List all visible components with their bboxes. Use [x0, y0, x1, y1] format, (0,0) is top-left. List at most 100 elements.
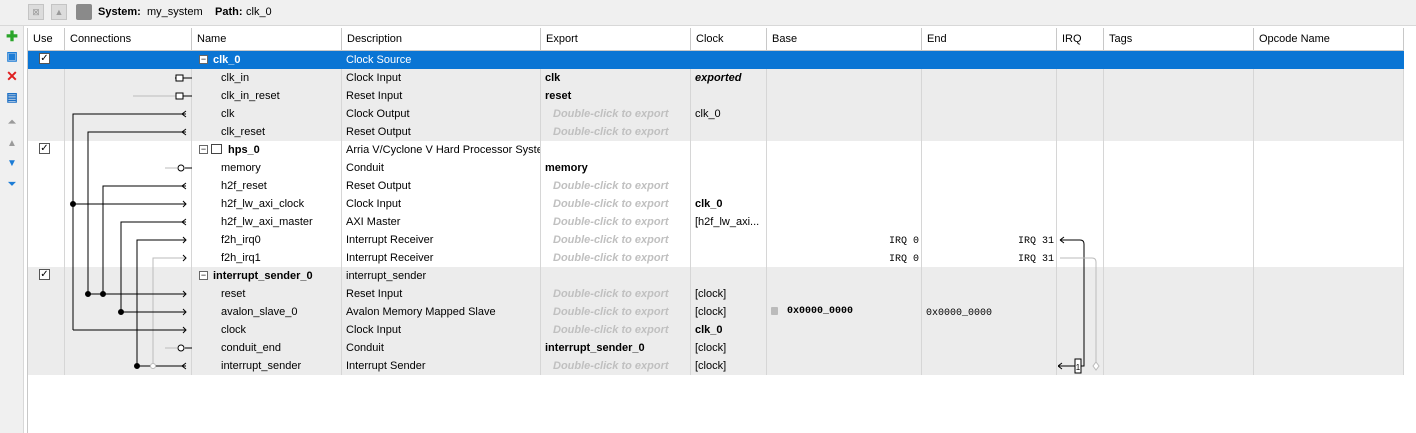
interface-row[interactable]: conduit_end Conduit interrupt_sender_0 [clo… — [28, 339, 1404, 357]
interface-name[interactable]: f2h_irq0 — [221, 231, 261, 249]
component-row[interactable]: ✓ − clk_0 Clock Source — [28, 51, 1404, 69]
cell-export[interactable]: Double-click to export — [541, 249, 691, 267]
interface-row[interactable]: f2h_irq1 Interrupt Receiver Double-click t… — [28, 249, 1404, 267]
collapse-icon[interactable]: − — [199, 145, 208, 154]
export-placeholder[interactable]: Double-click to export — [545, 360, 669, 372]
interface-name[interactable]: clk_in_reset — [221, 87, 280, 105]
interface-name[interactable]: clk_in — [221, 69, 249, 87]
interface-row[interactable]: h2f_lw_axi_master AXI Master Double-click … — [28, 213, 1404, 231]
col-export[interactable]: Export — [541, 28, 691, 50]
clock-value[interactable]: clk_0 — [695, 198, 723, 210]
clock-value[interactable]: exported — [695, 72, 741, 84]
interface-name[interactable]: h2f_lw_axi_clock — [221, 195, 304, 213]
col-irq[interactable]: IRQ — [1057, 28, 1104, 50]
cell-export[interactable]: Double-click to export — [541, 303, 691, 321]
cell-export[interactable] — [541, 141, 691, 159]
remove-icon[interactable]: ✕ — [4, 68, 20, 84]
cell-export[interactable]: interrupt_sender_0 — [541, 339, 691, 357]
export-placeholder[interactable]: Double-click to export — [545, 180, 669, 192]
col-name[interactable]: Name — [192, 28, 342, 50]
clock-value[interactable]: [clock] — [695, 306, 726, 318]
col-connections[interactable]: Connections — [65, 28, 192, 50]
base-value[interactable]: 0x0000_0000 — [787, 303, 853, 321]
export-placeholder[interactable]: Double-click to export — [545, 216, 669, 228]
clock-value[interactable]: [clock] — [695, 342, 726, 354]
interface-name[interactable]: h2f_reset — [221, 177, 267, 195]
cell-export[interactable]: Double-click to export — [541, 321, 691, 339]
add-icon[interactable]: ✚ — [4, 28, 20, 44]
interface-name[interactable]: clk_reset — [221, 123, 265, 141]
collapse-icon[interactable]: − — [199, 55, 208, 64]
interface-row[interactable]: clk Clock Output Double-click to export clk… — [28, 105, 1404, 123]
base-value[interactable]: IRQ 0 — [889, 236, 919, 247]
move-top-icon[interactable]: ⏶ — [4, 115, 20, 131]
interface-name[interactable]: avalon_slave_0 — [221, 303, 297, 321]
lock-icon[interactable] — [771, 307, 778, 315]
cell-export[interactable]: Double-click to export — [541, 285, 691, 303]
collapse-icon[interactable]: − — [199, 271, 208, 280]
use-checkbox[interactable]: ✓ — [39, 269, 50, 280]
interface-row[interactable]: memory Conduit memory — [28, 159, 1404, 177]
export-placeholder[interactable]: Double-click to export — [545, 288, 669, 300]
export-placeholder[interactable]: Double-click to export — [545, 108, 669, 120]
interface-name[interactable]: f2h_irq1 — [221, 249, 261, 267]
interface-row[interactable]: avalon_slave_0 Avalon Memory Mapped Slave… — [28, 303, 1404, 321]
export-name[interactable]: reset — [545, 90, 571, 102]
export-placeholder[interactable]: Double-click to export — [545, 198, 669, 210]
cell-export[interactable]: memory — [541, 159, 691, 177]
col-description[interactable]: Description — [342, 28, 541, 50]
edit-icon[interactable]: ▤ — [4, 89, 20, 105]
col-opcode-name[interactable]: Opcode Name — [1254, 28, 1404, 50]
interface-name[interactable]: h2f_lw_axi_master — [221, 213, 313, 231]
clock-value[interactable]: [h2f_lw_axi... — [695, 216, 759, 228]
export-name[interactable]: interrupt_sender_0 — [545, 342, 645, 354]
export-name[interactable]: clk — [545, 72, 560, 84]
clock-value[interactable]: [clock] — [695, 360, 726, 372]
interface-name[interactable]: memory — [221, 159, 261, 177]
col-end[interactable]: End — [922, 28, 1057, 50]
move-down-icon[interactable]: ▼ — [4, 156, 20, 172]
cell-export[interactable]: Double-click to export — [541, 123, 691, 141]
export-name[interactable]: memory — [545, 162, 588, 174]
interface-name[interactable]: reset — [221, 285, 245, 303]
interface-row[interactable]: clk_in Clock Input clk exported — [28, 69, 1404, 87]
cell-export[interactable]: Double-click to export — [541, 213, 691, 231]
cell-export[interactable] — [541, 51, 691, 69]
cell-export[interactable]: clk — [541, 69, 691, 87]
interface-row[interactable]: clock Clock Input Double-click to export cl… — [28, 321, 1404, 339]
component-row[interactable]: ✓ − interrupt_sender_0 interrupt_sender — [28, 267, 1404, 285]
cell-export[interactable]: reset — [541, 87, 691, 105]
interface-row[interactable]: h2f_lw_axi_clock Clock Input Double-click … — [28, 195, 1404, 213]
component-name[interactable]: interrupt_sender_0 — [213, 267, 313, 285]
col-base[interactable]: Base — [767, 28, 922, 50]
move-bottom-icon[interactable]: ⏷ — [4, 177, 20, 193]
end-value[interactable]: 0x0000_0000 — [926, 308, 992, 319]
export-placeholder[interactable]: Double-click to export — [545, 306, 669, 318]
end-value[interactable]: IRQ 31 — [1018, 236, 1054, 247]
clock-value[interactable]: [clock] — [695, 288, 726, 300]
interface-row[interactable]: f2h_irq0 Interrupt Receiver Double-click t… — [28, 231, 1404, 249]
interface-name[interactable]: interrupt_sender — [221, 357, 301, 375]
cell-export[interactable]: Double-click to export — [541, 231, 691, 249]
base-value[interactable]: IRQ 0 — [889, 254, 919, 265]
go-up-icon[interactable]: ▲ — [51, 4, 67, 20]
cell-export[interactable] — [541, 267, 691, 285]
col-use[interactable]: Use — [28, 28, 65, 50]
interface-row[interactable]: clk_reset Reset Output Double-click to exp… — [28, 123, 1404, 141]
component-name[interactable]: clk_0 — [213, 51, 241, 69]
interface-row[interactable]: interrupt_sender Interrupt Sender Double-c… — [28, 357, 1404, 375]
component-row[interactable]: ✓ − hps_0 Arria V/Cyclone V Hard Processor … — [28, 141, 1404, 159]
cell-export[interactable]: Double-click to export — [541, 177, 691, 195]
interface-row[interactable]: h2f_reset Reset Output Double-click to exp… — [28, 177, 1404, 195]
col-clock[interactable]: Clock — [691, 28, 767, 50]
collapse-all-icon[interactable]: ⊠ — [28, 4, 44, 20]
interface-row[interactable]: clk_in_reset Reset Input reset — [28, 87, 1404, 105]
col-tags[interactable]: Tags — [1104, 28, 1254, 50]
clock-value[interactable]: clk_0 — [695, 108, 721, 120]
use-checkbox[interactable]: ✓ — [39, 53, 50, 64]
use-checkbox[interactable]: ✓ — [39, 143, 50, 154]
interface-name[interactable]: clk — [221, 105, 234, 123]
cell-export[interactable]: Double-click to export — [541, 195, 691, 213]
cell-export[interactable]: Double-click to export — [541, 357, 691, 375]
interface-row[interactable]: reset Reset Input Double-click to export [c… — [28, 285, 1404, 303]
